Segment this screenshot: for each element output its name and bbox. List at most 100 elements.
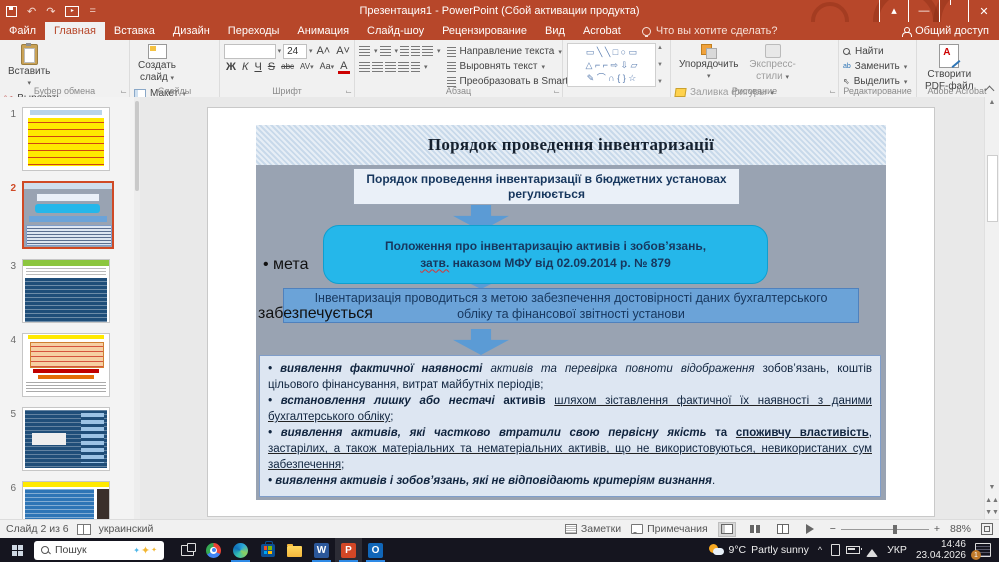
notification-center-button[interactable]: 1 (975, 543, 991, 557)
zoom-out-button[interactable]: − (830, 523, 836, 535)
normal-view-button[interactable] (718, 522, 736, 537)
clock[interactable]: 14:46 23.04.2026 (916, 539, 966, 561)
weather-widget[interactable]: 9°C Partly sunny (709, 544, 809, 556)
replace-button[interactable]: abЗаменить▾ (843, 60, 907, 73)
align-left-button[interactable] (359, 61, 370, 74)
find-button[interactable]: Найти (843, 45, 907, 58)
tab-home[interactable]: Главная (45, 22, 105, 40)
font-name-input[interactable] (224, 44, 276, 59)
align-center-button[interactable] (372, 61, 383, 74)
phone-link-icon[interactable] (831, 544, 840, 556)
underline-button[interactable]: Ч (252, 60, 263, 74)
previous-slide-icon[interactable]: ▲▲ (985, 497, 999, 504)
quick-styles-button[interactable]: Экспресс- стили ▾ (745, 43, 800, 84)
close-button[interactable]: ✕ (969, 0, 999, 22)
fit-slide-to-window-icon[interactable] (981, 523, 993, 535)
ribbon-display-options-icon[interactable]: ▴ (879, 0, 909, 22)
taskbar-outlook[interactable]: O (362, 538, 389, 562)
taskbar-word[interactable]: W (308, 538, 335, 562)
zoom-slider[interactable] (841, 529, 929, 530)
spellcheck-icon[interactable] (77, 524, 91, 535)
slide-thumbnail-1[interactable] (22, 107, 110, 171)
font-color-button[interactable]: A (338, 61, 349, 74)
drawing-dialog-launcher-icon[interactable]: ⌙ (829, 87, 836, 96)
slide-sorter-view-button[interactable] (746, 522, 764, 537)
arrange-button[interactable]: Упорядочить ▾ (675, 43, 743, 83)
task-view-button[interactable] (174, 538, 200, 562)
slide-thumbnail-5[interactable] (22, 407, 110, 471)
slide-page[interactable]: Порядок проведення інвентаризації Порядо… (207, 107, 935, 517)
zoom-slider-thumb[interactable] (893, 525, 897, 534)
share-button[interactable]: Общий доступ (902, 22, 999, 40)
shrink-font-button[interactable]: A˅ (334, 44, 352, 58)
tab-animations[interactable]: Анимация (288, 22, 358, 40)
clipboard-dialog-launcher-icon[interactable]: ⌙ (120, 87, 127, 96)
shadow-button[interactable]: abc (279, 60, 296, 74)
gallery-more-icon[interactable]: ▼ (657, 79, 663, 85)
tab-transitions[interactable]: Переходы (219, 22, 289, 40)
notes-button[interactable]: Заметки (565, 523, 621, 536)
character-spacing-button[interactable]: AV▾ (298, 60, 316, 75)
battery-icon[interactable] (846, 546, 860, 554)
justify-button[interactable] (398, 61, 409, 74)
increase-indent-button[interactable] (411, 45, 420, 58)
slide-thumbnail-3[interactable] (22, 259, 110, 323)
taskbar-file-explorer[interactable] (281, 538, 308, 562)
italic-button[interactable]: К (240, 60, 250, 74)
bold-button[interactable]: Ж (224, 60, 238, 74)
slide-box-regulated[interactable]: Порядок проведення інвентаризації в бюдж… (353, 168, 740, 205)
paragraph-dialog-launcher-icon[interactable]: ⌙ (553, 87, 560, 96)
taskbar-edge[interactable] (227, 538, 254, 562)
slideshow-view-button[interactable] (802, 522, 820, 537)
taskbar-store[interactable] (254, 538, 281, 562)
columns-button[interactable]: ▾ (411, 61, 428, 74)
scroll-down-icon[interactable]: ▼ (657, 62, 663, 68)
tell-me-box[interactable]: Что вы хотите сделать? (630, 22, 778, 40)
slide-box-regulation[interactable]: Положення про інвентаризацію активів і з… (323, 225, 768, 284)
zoom-level[interactable]: 88% (950, 523, 971, 535)
scroll-up-icon[interactable]: ▲ (657, 45, 663, 51)
tab-insert[interactable]: Вставка (105, 22, 164, 40)
language-switcher[interactable]: УКР (887, 544, 907, 556)
scroll-up-icon[interactable]: ▲ (985, 99, 999, 106)
reading-view-button[interactable] (774, 522, 792, 537)
line-spacing-button[interactable]: ▾ (422, 45, 441, 58)
scrollbar-thumb[interactable] (987, 155, 998, 222)
slide-thumbnail-4[interactable] (22, 333, 110, 397)
minimize-button[interactable]: — (909, 0, 939, 22)
font-dialog-launcher-icon[interactable]: ⌙ (345, 87, 352, 96)
change-case-button[interactable]: Aa▾ (318, 59, 337, 75)
new-slide-button[interactable]: Создать слайд ▾ (134, 43, 180, 85)
taskbar-chrome[interactable] (200, 538, 227, 562)
tab-design[interactable]: Дизайн (164, 22, 219, 40)
slide-thumbnail-6[interactable] (22, 481, 110, 519)
wifi-icon[interactable] (866, 543, 878, 557)
shapes-gallery[interactable]: ▭ ╲ ╲ □ ○ ▭ △ ⌐ ⌐ ⇨ ⇩ ▱ ✎ ⌒ ∩ { } ☆ (567, 43, 656, 87)
taskbar-search-box[interactable]: Пошук ✦✦✦ (34, 541, 164, 560)
numbering-button[interactable]: ▾ (380, 45, 399, 58)
comments-button[interactable]: Примечания (631, 523, 708, 536)
next-slide-icon[interactable]: ▼▼ (985, 509, 999, 516)
slide-thumbnail-2-selected[interactable] (22, 181, 114, 249)
paste-button[interactable]: Вставить ▾ (4, 43, 54, 90)
vertical-scrollbar[interactable]: ▲ ▼ ▲▲ ▼▼ (984, 97, 999, 519)
strikethrough-button[interactable]: S (266, 60, 277, 74)
show-hidden-icons-button[interactable]: ^ (818, 545, 822, 555)
shapes-gallery-scroll[interactable]: ▲ ▼ ▼ (656, 43, 664, 87)
tab-acrobat[interactable]: Acrobat (574, 22, 630, 40)
bullets-button[interactable]: ▾ (359, 45, 378, 58)
taskbar-powerpoint[interactable]: P (335, 538, 362, 562)
slide-box-bullets[interactable]: • виявлення фактичної наявності активів … (259, 355, 881, 497)
language-indicator[interactable]: украинский (99, 523, 154, 535)
tab-review[interactable]: Рецензирование (433, 22, 536, 40)
grow-font-button[interactable]: A˄ (314, 44, 332, 58)
start-button[interactable] (0, 538, 34, 562)
scroll-down-icon[interactable]: ▼ (985, 484, 999, 491)
tab-file[interactable]: Файл (0, 22, 45, 40)
decrease-indent-button[interactable] (400, 45, 409, 58)
font-size-input[interactable]: 24 (283, 44, 307, 59)
restore-button[interactable] (939, 0, 969, 22)
align-right-button[interactable] (385, 61, 396, 74)
tab-slideshow[interactable]: Слайд-шоу (358, 22, 433, 40)
zoom-in-button[interactable]: + (934, 523, 940, 535)
